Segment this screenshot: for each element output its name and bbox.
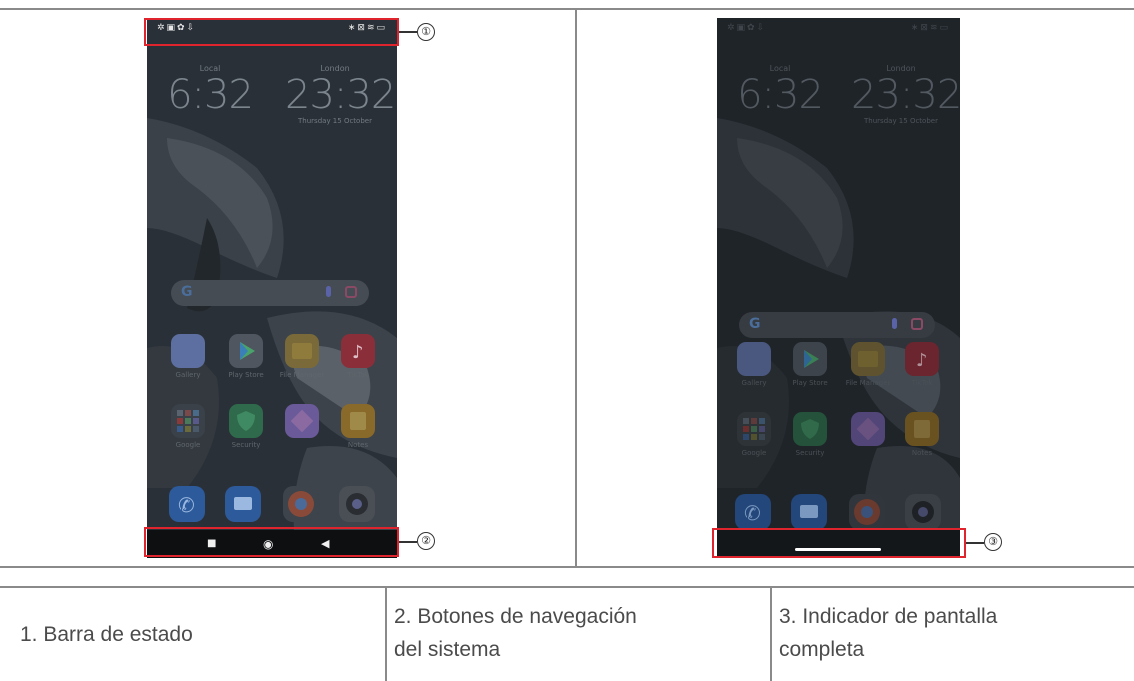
phone-screenshot-full-screen-gestures: ✲▣✿⇩ ∗⊠≋▭ Local 6:32 London 23:32 Thursd… bbox=[717, 18, 960, 558]
messages-app-icon[interactable] bbox=[225, 486, 261, 522]
app-label: Notes bbox=[911, 449, 933, 457]
callout-number: ③ bbox=[984, 533, 1002, 551]
app-label: Play Store bbox=[792, 379, 828, 387]
svg-text:✆: ✆ bbox=[178, 493, 195, 517]
gallery-app-icon[interactable] bbox=[171, 334, 205, 368]
search-widget[interactable]: G bbox=[171, 280, 369, 306]
app-label: Google bbox=[175, 441, 201, 449]
callout-leader bbox=[399, 541, 417, 543]
app-label: Notes bbox=[347, 441, 369, 449]
google-logo: G bbox=[749, 316, 761, 332]
music-app-icon[interactable]: ♪ bbox=[341, 334, 375, 368]
legend-text-line: completa bbox=[779, 638, 865, 661]
callout-leader bbox=[966, 542, 984, 544]
clock-time: 23:32 bbox=[285, 72, 396, 118]
lens-icon[interactable] bbox=[911, 318, 923, 330]
app-label: File Manager bbox=[279, 371, 325, 379]
phone-app-icon[interactable]: ✆ bbox=[169, 486, 205, 522]
app-label: Gallery bbox=[175, 371, 201, 379]
navigation-buttons-highlight bbox=[144, 527, 399, 557]
notes-app-icon[interactable] bbox=[341, 404, 375, 438]
gallery-app-icon[interactable] bbox=[737, 342, 771, 376]
table-top-rule bbox=[0, 8, 1134, 10]
clock-date: Thursday 15 October bbox=[864, 117, 938, 125]
app-icon[interactable] bbox=[851, 412, 885, 446]
app-label: TikTok bbox=[911, 379, 933, 387]
clock-time: 6:32 bbox=[167, 72, 254, 118]
app-label: File Manager bbox=[845, 379, 891, 387]
table-bottom-rule bbox=[0, 566, 1134, 568]
app-label: Google bbox=[741, 449, 767, 457]
remote-clock: London 23:32 Thursday 15 October bbox=[285, 64, 396, 125]
table-column-divider bbox=[575, 8, 577, 568]
callout-leader bbox=[399, 31, 417, 33]
legend-divider bbox=[770, 586, 772, 681]
music-app-icon[interactable]: ♪ bbox=[905, 342, 939, 376]
messages-app-icon[interactable] bbox=[791, 494, 827, 530]
app-label: Security bbox=[231, 441, 261, 449]
legend-text-line: del sistema bbox=[394, 638, 501, 661]
status-bar: ✲▣✿⇩ ∗⊠≋▭ bbox=[717, 18, 960, 40]
security-app-icon[interactable] bbox=[229, 404, 263, 438]
full-screen-indicator-highlight bbox=[712, 528, 966, 558]
app-label: Gallery bbox=[741, 379, 767, 387]
google-folder-icon[interactable] bbox=[737, 412, 771, 446]
legend-item-full-screen-indicator: 3. Indicador de pantalla completa bbox=[779, 600, 997, 666]
legend-table: 1. Barra de estado 2. Botones de navegac… bbox=[0, 586, 1134, 681]
microphone-icon[interactable] bbox=[326, 286, 331, 297]
chrome-app-icon[interactable] bbox=[849, 494, 885, 530]
app-label: Play Store bbox=[228, 371, 264, 379]
remote-clock: London 23:32 Thursday 15 October bbox=[851, 64, 960, 125]
legend-item-status-bar: 1. Barra de estado bbox=[20, 623, 193, 646]
svg-text:♪: ♪ bbox=[916, 350, 928, 371]
app-label: TikTok bbox=[347, 371, 369, 379]
local-clock: Local 6:32 bbox=[165, 64, 255, 117]
callout-number: ① bbox=[417, 23, 435, 41]
svg-text:♪: ♪ bbox=[352, 342, 364, 363]
search-widget[interactable]: G bbox=[739, 312, 935, 338]
clock-date: Thursday 15 October bbox=[298, 117, 372, 125]
google-folder-icon[interactable] bbox=[171, 404, 205, 438]
app-label: Security bbox=[795, 449, 825, 457]
play-store-app-icon[interactable] bbox=[793, 342, 827, 376]
chrome-app-icon[interactable] bbox=[283, 486, 319, 522]
clock-time: 23:32 bbox=[851, 72, 960, 118]
legend-divider bbox=[385, 586, 387, 681]
google-logo: G bbox=[181, 284, 193, 300]
callout-number: ② bbox=[417, 532, 435, 550]
app-icon[interactable] bbox=[285, 404, 319, 438]
svg-text:✆: ✆ bbox=[744, 501, 761, 525]
status-right-icons: ∗⊠≋▭ bbox=[910, 23, 950, 33]
notes-app-icon[interactable] bbox=[905, 412, 939, 446]
legend-top-rule bbox=[0, 586, 1134, 588]
microphone-icon[interactable] bbox=[892, 318, 897, 329]
phone-screenshot-navigation-buttons: ✲▣✿⇩ ∗⊠≋▭ Local 6:32 London 23:32 Thursd… bbox=[147, 18, 397, 558]
legend-item-navigation-buttons: 2. Botones de navegación del sistema bbox=[394, 600, 637, 666]
file-manager-app-icon[interactable] bbox=[285, 334, 319, 368]
lens-icon[interactable] bbox=[345, 286, 357, 298]
legend-text-line: 2. Botones de navegación bbox=[394, 605, 637, 628]
camera-app-icon[interactable] bbox=[339, 486, 375, 522]
phone-app-icon[interactable]: ✆ bbox=[735, 494, 771, 530]
file-manager-app-icon[interactable] bbox=[851, 342, 885, 376]
status-left-icons: ✲▣✿⇩ bbox=[727, 23, 767, 33]
legend-text-line: 3. Indicador de pantalla bbox=[779, 605, 998, 628]
security-app-icon[interactable] bbox=[793, 412, 827, 446]
clock-time: 6:32 bbox=[737, 72, 824, 118]
status-bar-highlight bbox=[144, 18, 399, 46]
local-clock: Local 6:32 bbox=[735, 64, 825, 117]
play-store-app-icon[interactable] bbox=[229, 334, 263, 368]
camera-app-icon[interactable] bbox=[905, 494, 941, 530]
